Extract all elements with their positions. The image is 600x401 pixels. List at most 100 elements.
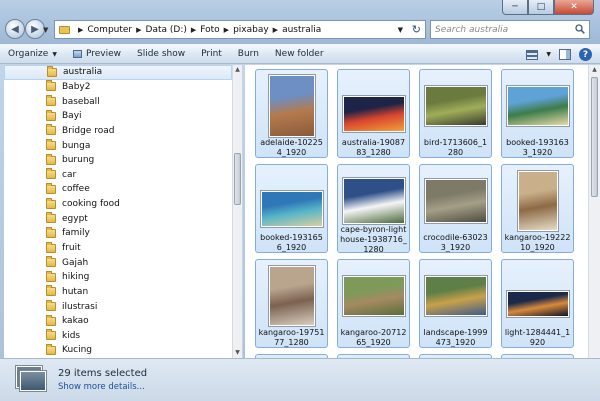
help-icon[interactable]: ? bbox=[579, 48, 592, 61]
print-label: Print bbox=[201, 49, 222, 59]
scroll-up-arrow-icon[interactable]: ▲ bbox=[589, 65, 600, 75]
image-thumbnail bbox=[268, 266, 315, 326]
navigation-scrollbar[interactable]: ▲ ▼ bbox=[232, 65, 242, 358]
sidebar-item-folder[interactable]: australia bbox=[4, 65, 232, 80]
breadcrumb-data-drive[interactable]: Data (D:) bbox=[146, 25, 187, 35]
sidebar-item-folder[interactable]: coffee bbox=[4, 182, 232, 197]
chevron-right-icon[interactable]: ▶ bbox=[191, 26, 196, 34]
back-button[interactable]: ◀ bbox=[5, 19, 25, 39]
chevron-down-icon: ▼ bbox=[52, 50, 57, 58]
sidebar-item-folder[interactable]: baseball bbox=[4, 94, 232, 109]
chevron-down-icon[interactable]: ▼ bbox=[546, 51, 551, 58]
recent-pages-dropdown[interactable]: ▼ bbox=[43, 26, 48, 34]
new-folder-button[interactable]: New folder bbox=[267, 49, 332, 59]
sidebar-item-folder[interactable]: kids bbox=[4, 329, 232, 344]
chevron-right-icon[interactable]: ▶ bbox=[273, 26, 278, 34]
image-thumbnail bbox=[506, 86, 569, 126]
search-icon[interactable] bbox=[575, 24, 585, 34]
sidebar-item-folder[interactable]: burung bbox=[4, 153, 232, 168]
file-tile[interactable]: cape-byron-lighthouse-1938716_1280 bbox=[337, 164, 410, 254]
breadcrumb-pixabay[interactable]: pixabay bbox=[233, 25, 269, 35]
sidebar-item-folder[interactable]: Bayi bbox=[4, 109, 232, 124]
folder-icon bbox=[46, 314, 56, 326]
print-button[interactable]: Print bbox=[193, 49, 230, 59]
file-name: kangaroo-2071265_1920 bbox=[340, 328, 407, 347]
image-thumbnail bbox=[506, 291, 569, 317]
organize-button[interactable]: Organize ▼ bbox=[0, 49, 65, 59]
forward-arrow-icon: ▶ bbox=[31, 23, 39, 35]
forward-button[interactable]: ▶ bbox=[25, 19, 45, 39]
chevron-right-icon[interactable]: ▶ bbox=[136, 26, 141, 34]
change-view-icon[interactable] bbox=[526, 49, 539, 60]
sidebar-item-folder[interactable]: Bridge road bbox=[4, 124, 232, 139]
folder-label: hutan bbox=[62, 286, 89, 297]
folder-label: australia bbox=[63, 67, 103, 78]
image-thumbnail bbox=[268, 75, 315, 137]
folder-icon bbox=[46, 168, 56, 180]
file-tile[interactable]: kangaroo-1922210_1920 bbox=[501, 164, 574, 253]
folder-label: Kucing bbox=[62, 345, 93, 356]
breadcrumb-australia[interactable]: australia bbox=[282, 25, 321, 35]
image-thumbnail bbox=[260, 191, 323, 227]
sidebar-item-folder[interactable]: Gajah bbox=[4, 255, 232, 270]
minimize-button[interactable]: ─ bbox=[502, 0, 528, 15]
sidebar-item-folder[interactable]: Baby2 bbox=[4, 80, 232, 95]
sidebar-item-folder[interactable]: ilustrasi bbox=[4, 299, 232, 314]
search-input[interactable] bbox=[435, 24, 565, 35]
address-bar[interactable]: ▶ Computer ▶ Data (D:) ▶ Foto ▶ pixabay … bbox=[54, 20, 426, 39]
folder-icon bbox=[46, 95, 56, 107]
folder-label: bunga bbox=[62, 140, 91, 151]
folder-label: egypt bbox=[62, 213, 88, 224]
sidebar-item-folder[interactable]: hiking bbox=[4, 270, 232, 285]
breadcrumb-foto[interactable]: Foto bbox=[200, 25, 219, 35]
sidebar-item-folder[interactable]: kakao bbox=[4, 314, 232, 329]
folder-label: ilustrasi bbox=[62, 301, 98, 312]
slideshow-button[interactable]: Slide show bbox=[129, 49, 193, 59]
sidebar-item-folder[interactable]: fruit bbox=[4, 241, 232, 256]
refresh-icon[interactable]: ↻ bbox=[412, 23, 421, 36]
show-more-details-link[interactable]: Show more details... bbox=[58, 382, 145, 392]
chevron-right-icon[interactable]: ▶ bbox=[78, 26, 83, 34]
close-button[interactable]: ✕ bbox=[554, 0, 594, 15]
file-tile[interactable]: booked-1931633_1920 bbox=[501, 69, 574, 158]
scroll-up-arrow-icon[interactable]: ▲ bbox=[233, 65, 242, 75]
file-tile[interactable]: australia-1908783_1280 bbox=[337, 69, 410, 158]
file-tile[interactable]: light-1284441_1920 bbox=[501, 259, 574, 348]
sidebar-item-folder[interactable]: car bbox=[4, 167, 232, 182]
file-tile[interactable]: landscape-1999473_1920 bbox=[419, 259, 492, 348]
sidebar-item-folder[interactable]: hutan bbox=[4, 285, 232, 300]
file-name: cape-byron-lighthouse-1938716_1280 bbox=[340, 225, 407, 254]
sidebar-item-folder[interactable]: bunga bbox=[4, 138, 232, 153]
scrollbar-thumb[interactable] bbox=[591, 77, 598, 197]
folder-label: fruit bbox=[62, 243, 81, 253]
sidebar-item-folder[interactable]: egypt bbox=[4, 211, 232, 226]
burn-label: Burn bbox=[237, 49, 259, 59]
file-tile[interactable]: bird-1713606_1280 bbox=[419, 69, 492, 158]
file-name: light-1284441_1920 bbox=[504, 328, 571, 347]
preview-pane-icon[interactable] bbox=[559, 49, 571, 60]
scroll-down-arrow-icon[interactable]: ▼ bbox=[233, 348, 242, 358]
folder-icon bbox=[46, 329, 56, 341]
new-folder-label: New folder bbox=[274, 49, 324, 59]
scrollbar-thumb[interactable] bbox=[234, 153, 241, 205]
file-tile[interactable]: kangaroo-2071265_1920 bbox=[337, 259, 410, 348]
address-history-dropdown[interactable]: ▼ bbox=[398, 26, 403, 34]
image-thumbnail bbox=[424, 276, 487, 316]
folder-icon bbox=[46, 241, 56, 253]
burn-button[interactable]: Burn bbox=[230, 49, 267, 59]
preview-button[interactable]: Preview bbox=[65, 49, 129, 59]
sidebar-item-folder[interactable]: family bbox=[4, 226, 232, 241]
file-tile[interactable]: adelaide-102254_1920 bbox=[255, 69, 328, 158]
image-thumbnail bbox=[517, 171, 558, 231]
content-scrollbar[interactable]: ▲ bbox=[588, 65, 600, 358]
maximize-button[interactable]: □ bbox=[528, 0, 554, 15]
stacked-photo-front bbox=[20, 371, 46, 391]
file-tile[interactable]: booked-1931656_1920 bbox=[255, 164, 328, 253]
sidebar-item-folder[interactable]: cooking food bbox=[4, 197, 232, 212]
breadcrumb-computer[interactable]: Computer bbox=[87, 25, 132, 35]
file-tile[interactable]: crocodile-630233_1920 bbox=[419, 164, 492, 253]
sidebar-item-folder[interactable]: Kucing bbox=[4, 343, 232, 358]
file-tile[interactable]: kangaroo-1975177_1280 bbox=[255, 259, 328, 348]
search-box[interactable] bbox=[430, 20, 590, 39]
chevron-right-icon[interactable]: ▶ bbox=[224, 26, 229, 34]
